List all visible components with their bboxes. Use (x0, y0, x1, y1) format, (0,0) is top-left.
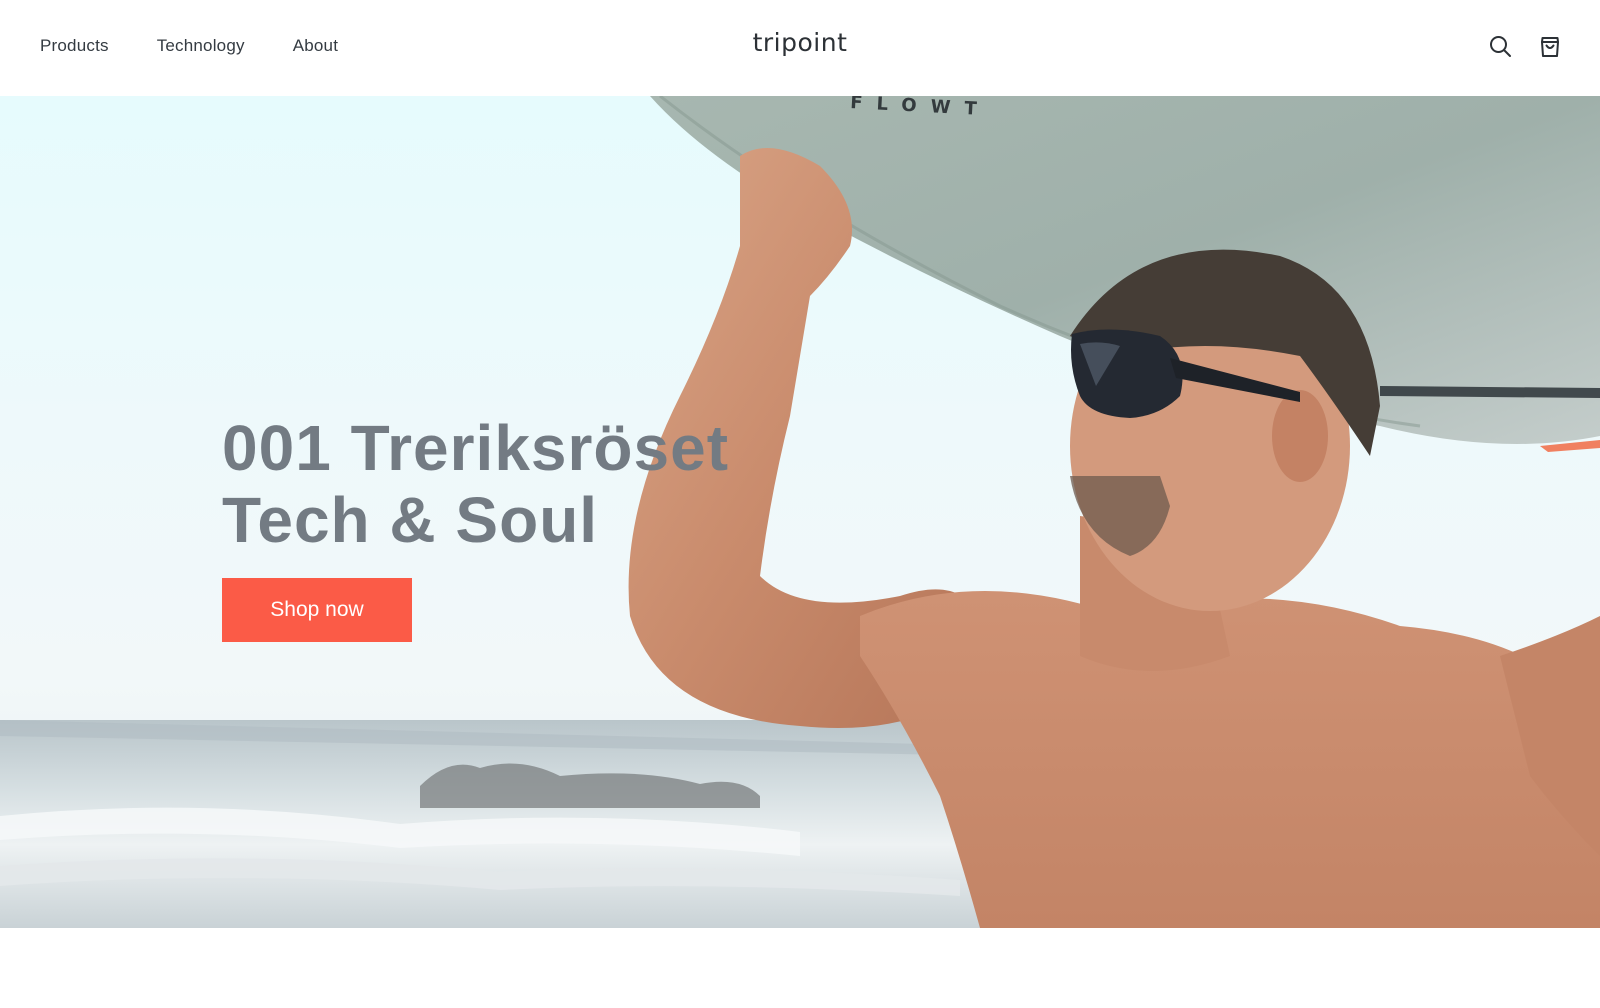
nav-products-link[interactable]: Products (40, 36, 109, 56)
header-actions (1486, 32, 1564, 60)
shopping-bag-icon (1541, 37, 1559, 57)
nav-about-link[interactable]: About (293, 36, 338, 56)
site-header: Products Technology About tripoint (0, 0, 1600, 96)
torso (860, 591, 1600, 928)
hero-headline: 001 Treriksröset Tech & Soul (222, 412, 729, 556)
main-nav: Products Technology About (40, 36, 338, 56)
shop-now-button[interactable]: Shop now (222, 578, 412, 642)
cart-button[interactable] (1536, 32, 1564, 60)
search-button[interactable] (1486, 32, 1514, 60)
hero-banner: FLOWT 001 Treriksröset Tech & Soul Shop … (0, 96, 1600, 928)
search-icon (1490, 36, 1511, 57)
site-logo[interactable]: tripoint (753, 28, 848, 57)
headline-line-2: Tech & Soul (222, 484, 599, 556)
headline-line-1: 001 Treriksröset (222, 412, 729, 484)
nav-technology-link[interactable]: Technology (157, 36, 245, 56)
sunglasses (1071, 329, 1183, 418)
